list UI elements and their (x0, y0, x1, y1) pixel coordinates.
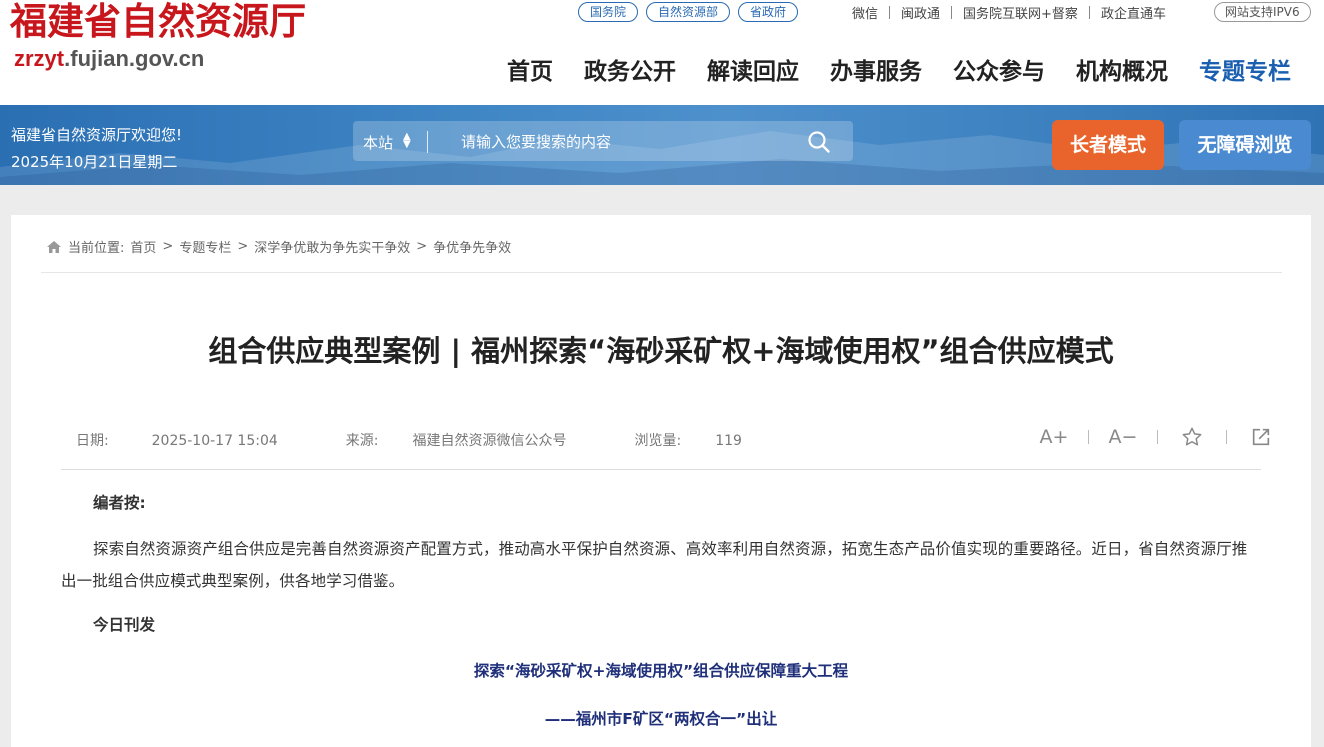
search-scope-select[interactable]: 本站 (363, 132, 393, 153)
search-input[interactable] (461, 129, 791, 155)
nav-item-gov-affairs[interactable]: 政务公开 (584, 52, 676, 86)
sort-arrows-icon[interactable]: ▲ ▼ (403, 132, 411, 150)
meta-divider (61, 469, 1261, 470)
breadcrumb-item-current[interactable]: 争优争先争效 (433, 237, 511, 256)
article-meta: 日期: 2025-10-17 15:04 来源: 福建自然资源微信公众号 浏览量:… (76, 430, 810, 450)
accessible-browse-button[interactable]: 无障碍浏览 (1179, 120, 1311, 170)
pill-link-province[interactable]: 省政府 (738, 2, 799, 22)
article-title: 组合供应典型案例 | 福州探索“海砂采矿权+海域使用权”组合供应模式 (208, 334, 1114, 368)
welcome-block: 福建省自然资源厅欢迎您! 2025年10月21日星期二 (11, 122, 182, 176)
nav-item-organization[interactable]: 机构概况 (1076, 52, 1168, 86)
article-tools: A+ A− (1039, 426, 1276, 448)
article-body: 编者按: 探索自然资源资产组合供应是完善自然资源资产配置方式，推动高水平保护自然… (61, 483, 1261, 735)
ipv6-badge: 网站支持IPV6 (1214, 2, 1311, 22)
meta-views: 浏览量: 119 (634, 433, 742, 449)
breadcrumb-separator: > (237, 239, 249, 254)
breadcrumb-item-home[interactable]: 首页 (130, 237, 156, 256)
font-decrease-button[interactable]: A− (1108, 426, 1138, 448)
top-link-divider (951, 6, 953, 19)
breadcrumb-prefix: 当前位置: (68, 241, 125, 256)
today-label: 今日刊发 (93, 616, 156, 634)
font-increase-button[interactable]: A+ (1039, 426, 1069, 448)
nav-item-participation[interactable]: 公众参与 (953, 52, 1045, 86)
top-link-enterprise[interactable]: 政企直通车 (1101, 3, 1166, 22)
site-header: 福建省自然资源厅 zrzyt.fujian.gov.cn 国务院 自然资源部 省… (0, 0, 1324, 105)
article-subtitle: 探索“海砂采矿权+海域使用权”组合供应保障重大工程 (473, 662, 849, 680)
breadcrumb-separator: > (162, 239, 174, 254)
domain-prefix: zrzyt (14, 46, 65, 71)
search-divider (427, 131, 428, 153)
welcome-text: 福建省自然资源厅欢迎您! (11, 126, 183, 144)
top-link-inspection[interactable]: 国务院互联网+督察 (963, 3, 1078, 22)
site-domain: zrzyt.fujian.gov.cn (14, 46, 204, 72)
site-logo-name[interactable]: 福建省自然资源厅 (10, 0, 306, 42)
top-link-divider (889, 6, 891, 19)
current-date: 2025年10月21日星期二 (11, 153, 178, 171)
nav-item-interpretation[interactable]: 解读回应 (707, 52, 799, 86)
tool-divider (1157, 430, 1158, 444)
top-pill-links: 国务院 自然资源部 省政府 (578, 2, 799, 22)
breadcrumb-separator: > (416, 239, 428, 254)
article-container: 当前位置: 首页 > 专题专栏 > 深学争优敢为争先实干争效 > 争优争先争效 … (11, 215, 1311, 747)
nav-item-special-topics[interactable]: 专题专栏 (1199, 52, 1291, 86)
breadcrumb-item-special[interactable]: 专题专栏 (179, 237, 231, 256)
meta-date-value: 2025-10-17 15:04 (151, 433, 278, 449)
breadcrumb-divider (41, 272, 1282, 273)
breadcrumb-item-campaign[interactable]: 深学争优敢为争先实干争效 (254, 237, 410, 256)
pill-link-ministry[interactable]: 自然资源部 (646, 2, 731, 22)
article-paragraph: 探索自然资源资产组合供应是完善自然资源资产配置方式，推动高水平保护自然资源、高效… (61, 540, 1248, 590)
article-subtitle-sub: ——福州市F矿区“两权合一”出让 (544, 710, 778, 728)
nav-item-home[interactable]: 首页 (507, 52, 553, 86)
main-nav: 首页 政务公开 解读回应 办事服务 公众参与 机构概况 专题专栏 (507, 52, 1291, 86)
top-link-divider (1088, 6, 1090, 19)
star-icon[interactable] (1177, 426, 1207, 448)
top-links: 微信 闽政通 国务院互联网+督察 政企直通车 (852, 3, 1166, 22)
top-link-minzhengtong[interactable]: 闽政通 (901, 3, 940, 22)
share-icon[interactable] (1246, 426, 1276, 448)
banner: 福建省自然资源厅欢迎您! 2025年10月21日星期二 本站 ▲▼ 长者模式 无… (0, 105, 1324, 185)
meta-source-value: 福建自然资源微信公众号 (412, 433, 567, 449)
tool-divider (1226, 430, 1227, 444)
elder-mode-button[interactable]: 长者模式 (1052, 120, 1164, 170)
nav-item-services[interactable]: 办事服务 (830, 52, 922, 86)
meta-source: 来源: 福建自然资源微信公众号 (345, 433, 567, 449)
top-link-wechat[interactable]: 微信 (852, 3, 878, 22)
editor-note-label: 编者按: (93, 494, 146, 512)
search-box: 本站 ▲ ▼ (353, 121, 853, 161)
pill-link-state-council[interactable]: 国务院 (578, 2, 639, 22)
tool-divider (1088, 430, 1089, 444)
search-icon[interactable] (807, 130, 831, 154)
home-icon (47, 240, 61, 253)
domain-rest: .fujian.gov.cn (64, 46, 205, 71)
breadcrumb: 当前位置: 首页 > 专题专栏 > 深学争优敢为争先实干争效 > 争优争先争效 (46, 237, 511, 256)
meta-views-value: 119 (715, 433, 742, 449)
meta-date: 日期: 2025-10-17 15:04 (76, 433, 278, 449)
